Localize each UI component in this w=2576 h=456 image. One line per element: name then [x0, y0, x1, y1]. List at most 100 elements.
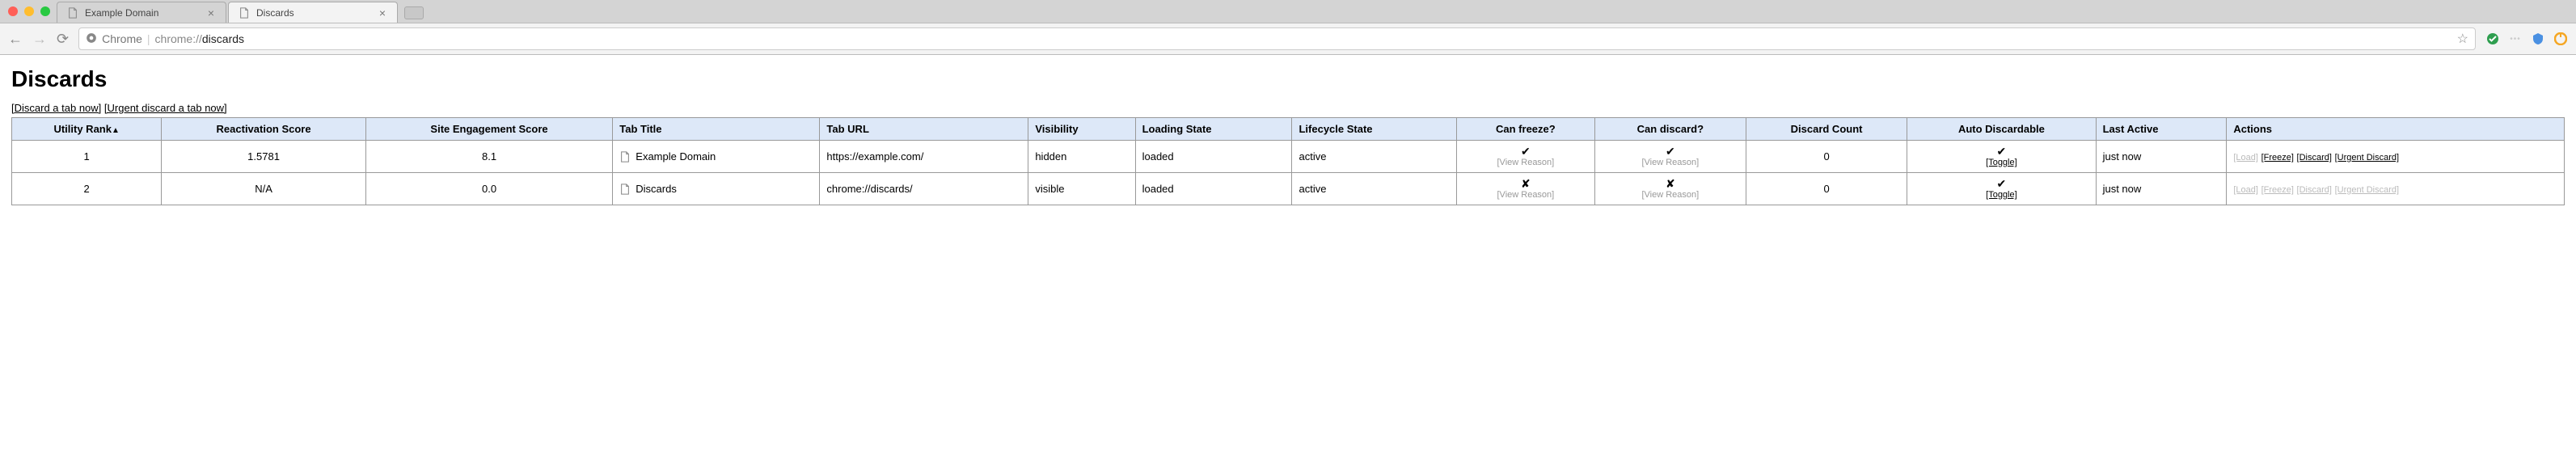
action-freeze[interactable]: [Freeze]: [2261, 153, 2294, 163]
page-icon: [619, 151, 631, 163]
cell-tab-title: Example Domain: [613, 141, 820, 173]
col-last-active[interactable]: Last Active: [2096, 118, 2227, 141]
col-can-discard[interactable]: Can discard?: [1594, 118, 1746, 141]
col-can-freeze[interactable]: Can freeze?: [1456, 118, 1594, 141]
cell-site-engagement: 0.0: [365, 173, 613, 205]
col-tab-title[interactable]: Tab Title: [613, 118, 820, 141]
back-button[interactable]: ←: [8, 31, 23, 48]
table-header-row: Utility Rank▲ Reactivation Score Site En…: [12, 118, 2565, 141]
check-icon: ✔: [1521, 145, 1531, 158]
address-bar[interactable]: Chrome | chrome://discards ☆: [78, 27, 2476, 50]
col-utility-rank[interactable]: Utility Rank▲: [12, 118, 162, 141]
action-load[interactable]: [Load]: [2233, 185, 2258, 195]
cell-tab-url: chrome://discards/: [820, 173, 1028, 205]
browser-chrome: Example Domain × Discards × ← → ⟳ Chrome | …: [0, 0, 2576, 55]
sort-arrow-icon: ▲: [112, 126, 120, 135]
view-reason-link[interactable]: [View Reason]: [1463, 158, 1588, 167]
col-discard-count[interactable]: Discard Count: [1746, 118, 1907, 141]
extension-icon-4[interactable]: [2553, 32, 2568, 46]
action-load[interactable]: [Load]: [2233, 153, 2258, 163]
urgent-discard-tab-now-link[interactable]: [Urgent discard a tab now]: [104, 102, 227, 114]
cell-loading-state: loaded: [1135, 141, 1292, 173]
cell-actions: [Load] [Freeze] [Discard] [Urgent Discar…: [2227, 173, 2565, 205]
cell-last-active: just now: [2096, 141, 2227, 173]
cell-can-freeze: ✔[View Reason]: [1456, 141, 1594, 173]
discard-tab-now-link[interactable]: [Discard a tab now]: [11, 102, 101, 114]
cell-tab-title: Discards: [613, 173, 820, 205]
col-visibility[interactable]: Visibility: [1028, 118, 1135, 141]
tab-title: Example Domain: [85, 7, 200, 19]
browser-tab[interactable]: Example Domain ×: [57, 2, 226, 23]
table-row: 2N/A0.0Discardschrome://discards/visible…: [12, 173, 2565, 205]
forward-button[interactable]: →: [32, 31, 47, 48]
col-loading-state[interactable]: Loading State: [1135, 118, 1292, 141]
tab-strip: Example Domain × Discards ×: [0, 0, 2576, 23]
col-lifecycle-state[interactable]: Lifecycle State: [1292, 118, 1456, 141]
page-content: Discards [Discard a tab now] [Urgent dis…: [0, 55, 2576, 217]
close-icon[interactable]: ×: [206, 8, 216, 18]
cell-visibility: hidden: [1028, 141, 1135, 173]
page-title: Discards: [11, 66, 2565, 92]
action-urgent-discard[interactable]: [Urgent Discard]: [2335, 185, 2399, 195]
view-reason-link[interactable]: [View Reason]: [1463, 190, 1588, 200]
page-icon: [67, 7, 78, 19]
cell-reactivation-score: 1.5781: [162, 141, 365, 173]
window-zoom-button[interactable]: [40, 6, 50, 16]
cell-visibility: visible: [1028, 173, 1135, 205]
table-row: 11.57818.1Example Domainhttps://example.…: [12, 141, 2565, 173]
address-url: chrome://discards: [155, 32, 245, 45]
cell-auto-discardable: ✔[Toggle]: [1907, 173, 2096, 205]
page-icon: [619, 184, 631, 195]
extension-icon-2[interactable]: •••: [2508, 32, 2523, 46]
address-prefix: Chrome: [102, 32, 142, 45]
address-separator: |: [147, 32, 150, 45]
check-icon: ✘: [1666, 177, 1675, 190]
cell-lifecycle-state: active: [1292, 173, 1456, 205]
traffic-lights: [8, 6, 50, 16]
action-discard[interactable]: [Discard]: [2297, 185, 2332, 195]
page-icon: [239, 7, 250, 19]
action-urgent-discard[interactable]: [Urgent Discard]: [2335, 153, 2399, 163]
check-icon: ✔: [1997, 177, 2007, 190]
view-reason-link[interactable]: [View Reason]: [1602, 190, 1739, 200]
col-site-engagement[interactable]: Site Engagement Score: [365, 118, 613, 141]
check-icon: ✔: [1997, 145, 2007, 158]
cell-actions: [Load] [Freeze] [Discard] [Urgent Discar…: [2227, 141, 2565, 173]
cell-discard-count: 0: [1746, 173, 1907, 205]
col-tab-url[interactable]: Tab URL: [820, 118, 1028, 141]
action-freeze[interactable]: [Freeze]: [2261, 185, 2294, 195]
cell-can-discard: ✔[View Reason]: [1594, 141, 1746, 173]
cell-utility-rank: 2: [12, 173, 162, 205]
browser-tab[interactable]: Discards ×: [228, 2, 398, 23]
action-discard[interactable]: [Discard]: [2297, 153, 2332, 163]
col-reactivation-score[interactable]: Reactivation Score: [162, 118, 365, 141]
cell-last-active: just now: [2096, 173, 2227, 205]
extension-icon-1[interactable]: [2485, 32, 2500, 46]
cell-loading-state: loaded: [1135, 173, 1292, 205]
toggle-link[interactable]: [Toggle]: [1914, 158, 2088, 167]
col-actions[interactable]: Actions: [2227, 118, 2565, 141]
cell-tab-url: https://example.com/: [820, 141, 1028, 173]
cell-site-engagement: 8.1: [365, 141, 613, 173]
cell-utility-rank: 1: [12, 141, 162, 173]
toggle-link[interactable]: [Toggle]: [1914, 190, 2088, 200]
reload-button[interactable]: ⟳: [57, 31, 69, 48]
extension-icon-3[interactable]: [2531, 32, 2545, 46]
new-tab-button[interactable]: [404, 6, 424, 19]
cell-discard-count: 0: [1746, 141, 1907, 173]
toolbar: ← → ⟳ Chrome | chrome://discards ☆ •••: [0, 23, 2576, 55]
cell-lifecycle-state: active: [1292, 141, 1456, 173]
window-minimize-button[interactable]: [24, 6, 34, 16]
bookmark-star-icon[interactable]: ☆: [2457, 31, 2468, 47]
tab-title: Discards: [256, 7, 371, 19]
cell-auto-discardable: ✔[Toggle]: [1907, 141, 2096, 173]
col-auto-discardable[interactable]: Auto Discardable: [1907, 118, 2096, 141]
cell-can-discard: ✘[View Reason]: [1594, 173, 1746, 205]
top-action-links: [Discard a tab now] [Urgent discard a ta…: [11, 102, 2565, 114]
close-icon[interactable]: ×: [378, 8, 387, 18]
view-reason-link[interactable]: [View Reason]: [1602, 158, 1739, 167]
window-close-button[interactable]: [8, 6, 18, 16]
cell-reactivation-score: N/A: [162, 173, 365, 205]
check-icon: ✔: [1666, 145, 1675, 158]
chrome-icon: [86, 32, 97, 46]
